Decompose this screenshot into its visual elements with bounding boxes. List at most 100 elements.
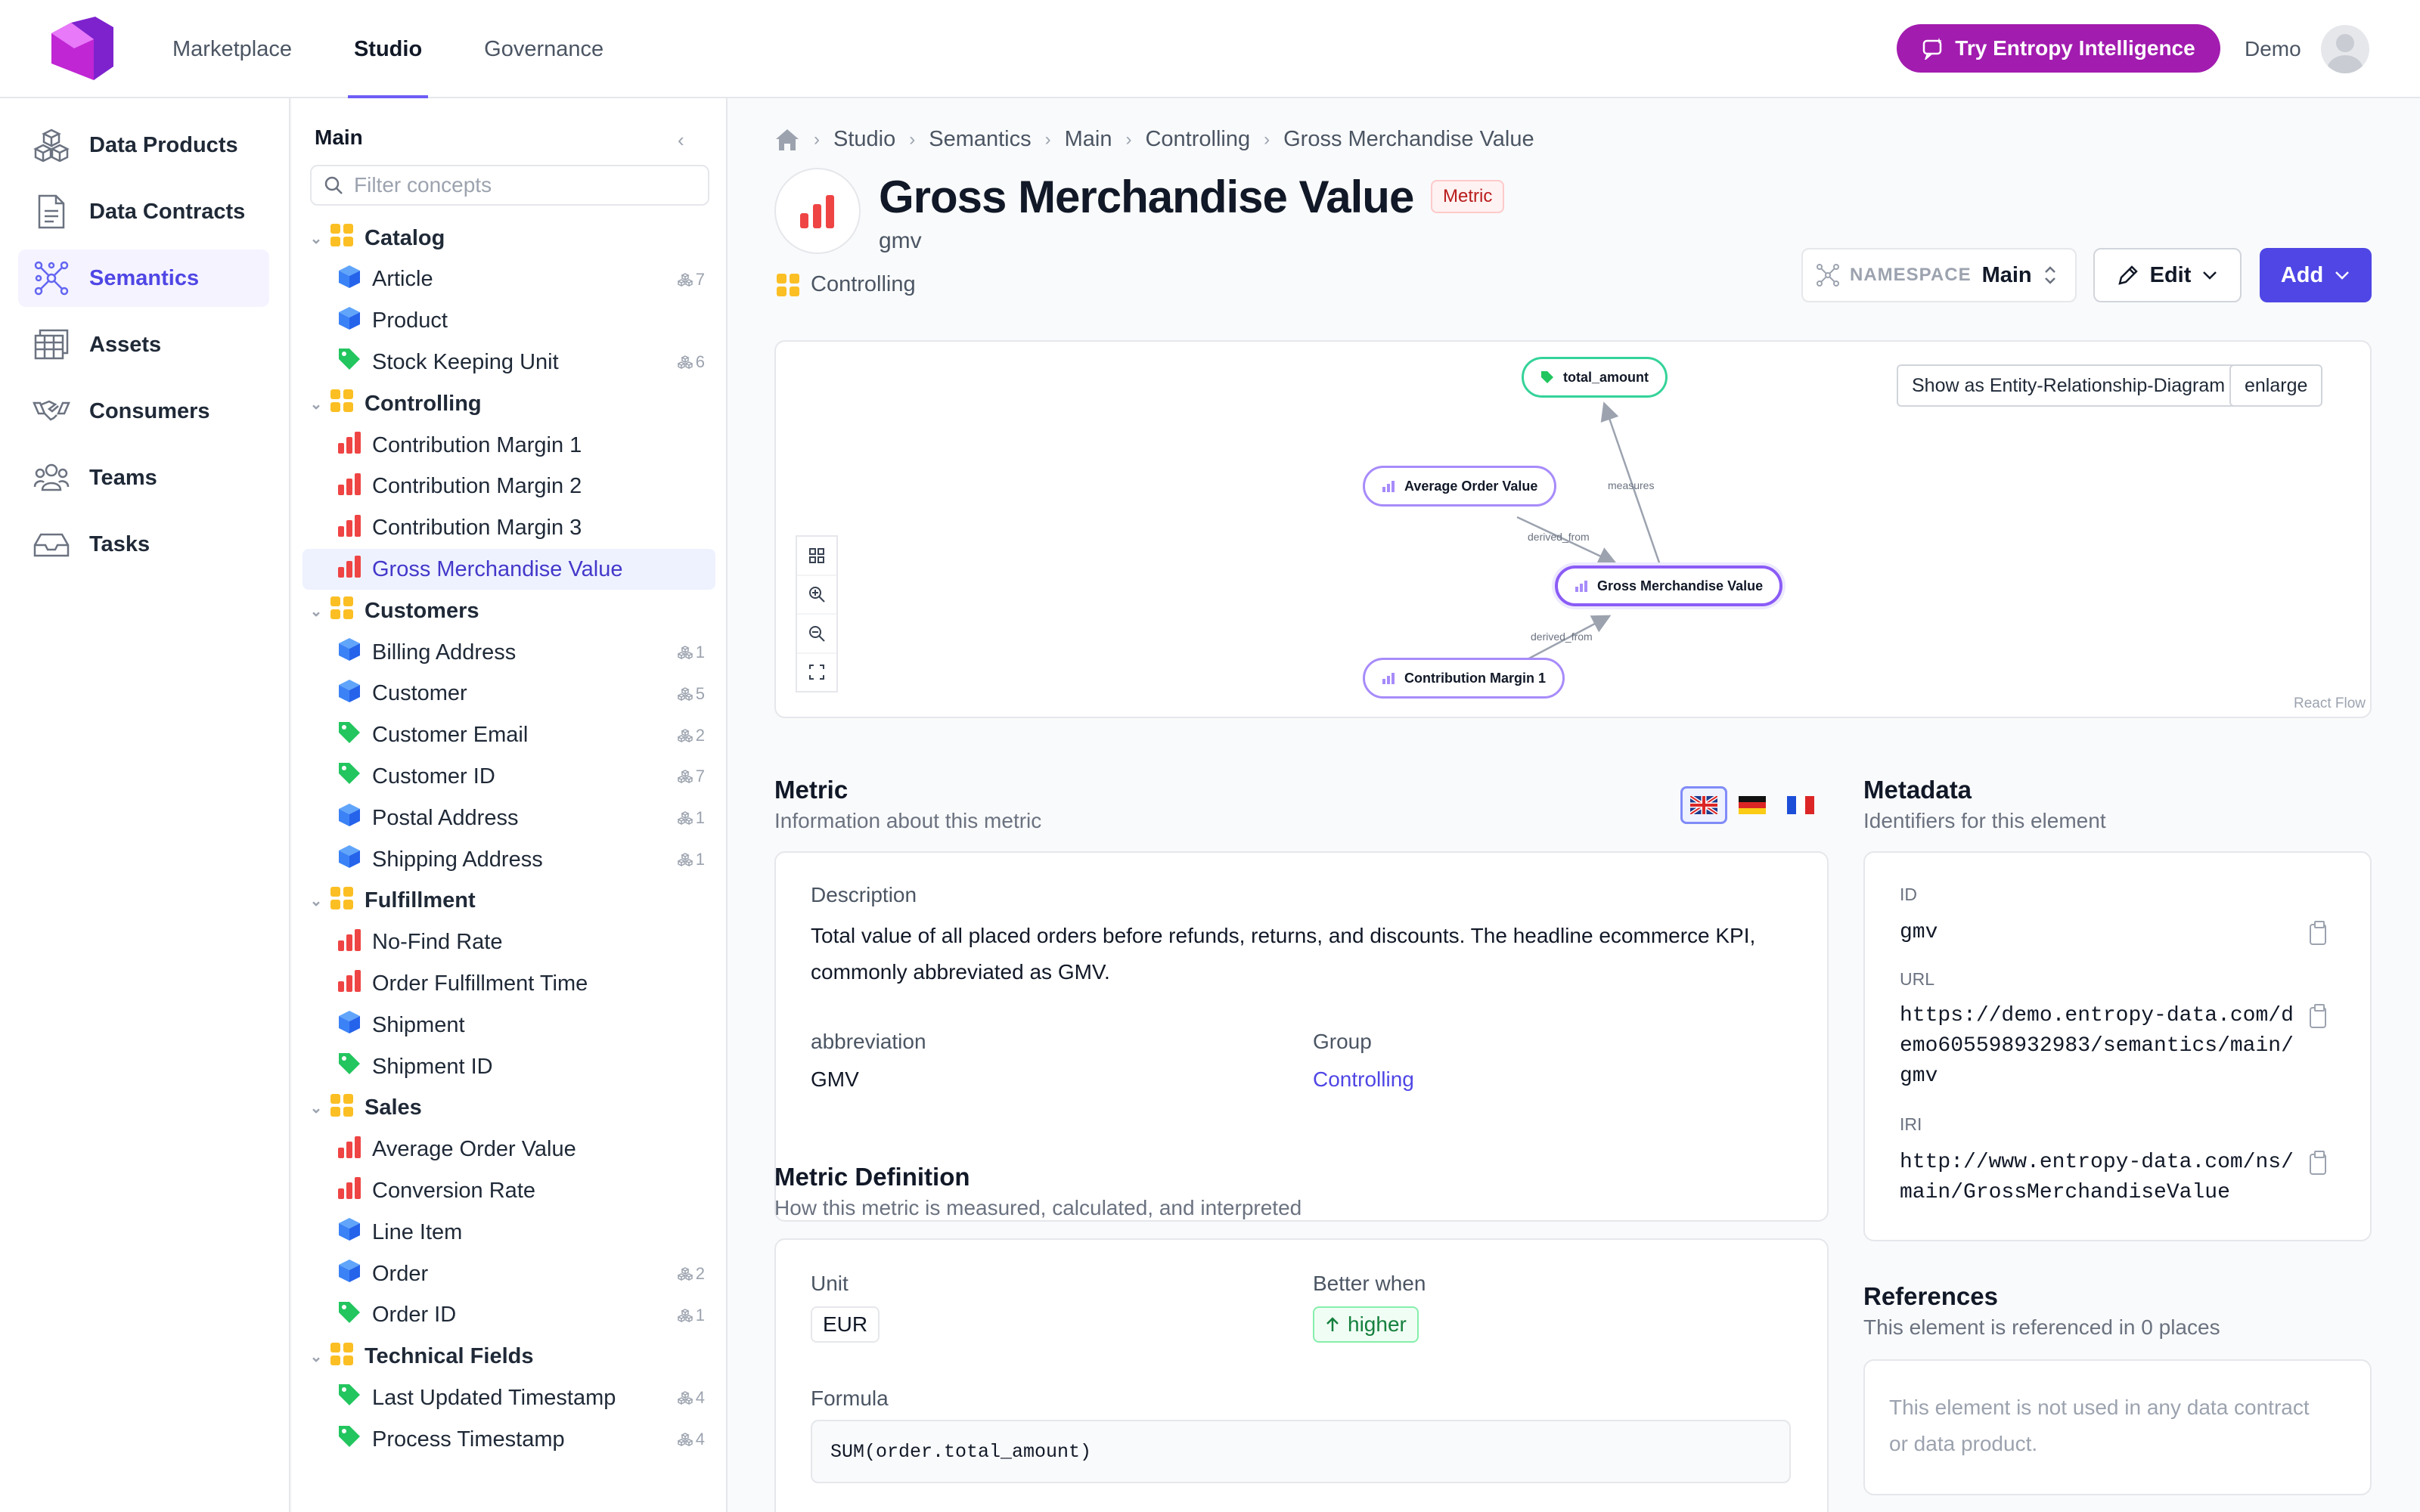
- tree-group-customers[interactable]: ⌄ Customers: [302, 590, 715, 631]
- chevron-down-icon[interactable]: ⌄: [302, 229, 330, 248]
- breadcrumb-studio[interactable]: Studio: [833, 127, 895, 152]
- node-total-amount[interactable]: total_amount: [1522, 357, 1668, 398]
- tree-item-shipping-address[interactable]: Shipping Address 1: [302, 839, 715, 880]
- tree-group-fulfillment[interactable]: ⌄ Fulfillment: [302, 881, 715, 922]
- sidebar-item-label: Consumers: [89, 398, 210, 423]
- main-content: › Studio › Semantics › Main › Controllin…: [729, 98, 2420, 1512]
- zoom-out-icon[interactable]: [797, 615, 836, 654]
- copy-iri-icon[interactable]: [2310, 1151, 2326, 1175]
- sidebar-item-assets[interactable]: Assets: [18, 316, 269, 373]
- react-flow-attribution[interactable]: React Flow: [2294, 696, 2366, 712]
- chevron-down-icon[interactable]: ⌄: [302, 891, 330, 910]
- group-grid-icon: [330, 596, 354, 626]
- app-logo[interactable]: [51, 17, 113, 80]
- id-label: ID: [1900, 885, 1917, 904]
- node-gross-merchandise-value[interactable]: Gross Merchandise Value: [1555, 565, 1783, 606]
- tree-item-customer[interactable]: Customer 5: [302, 674, 715, 714]
- gb-flag-icon[interactable]: [1680, 786, 1727, 824]
- node-label: Average Order Value: [1404, 478, 1538, 494]
- tree-item-no-find-rate[interactable]: No-Find Rate: [302, 922, 715, 963]
- sidebar-item-data-products[interactable]: Data Products: [18, 116, 269, 174]
- tree-item-article[interactable]: Article 7: [302, 259, 715, 300]
- tree-item-line-item[interactable]: Line Item: [302, 1212, 715, 1253]
- tree-item-billing-address[interactable]: Billing Address 1: [302, 632, 715, 673]
- tree-group-sales[interactable]: ⌄ Sales: [302, 1088, 715, 1129]
- tag-icon: [337, 1300, 361, 1331]
- tree-item-contribution-margin-2[interactable]: Contribution Margin 2: [302, 466, 715, 507]
- usage-count: 1: [677, 850, 705, 869]
- zoom-in-icon[interactable]: [797, 576, 836, 615]
- usage-icon: [677, 272, 693, 287]
- copy-id-icon[interactable]: [2310, 921, 2326, 945]
- tree-group-catalog[interactable]: ⌄ Catalog: [302, 218, 715, 259]
- collapse-panel-icon[interactable]: ‹: [678, 129, 684, 152]
- user-menu[interactable]: Demo: [2245, 23, 2369, 76]
- chevron-down-icon[interactable]: ⌄: [302, 395, 330, 414]
- tree-item-postal-address[interactable]: Postal Address 1: [302, 798, 715, 838]
- tree-item-average-order-value[interactable]: Average Order Value: [302, 1129, 715, 1170]
- tree-item-customer-id[interactable]: Customer ID 7: [302, 756, 715, 797]
- copy-url-icon[interactable]: [2310, 1004, 2326, 1028]
- usage-count-value: 1: [695, 1305, 705, 1325]
- tree-item-order-fulfillment-time[interactable]: Order Fulfillment Time: [302, 963, 715, 1004]
- tree-item-last-updated-timestamp[interactable]: Last Updated Timestamp 4: [302, 1377, 715, 1418]
- tree-item-contribution-margin-1[interactable]: Contribution Margin 1: [302, 425, 715, 466]
- sidebar-item-teams[interactable]: Teams: [18, 449, 269, 507]
- bar-chart-icon: [337, 431, 361, 460]
- tree-item-label: Order Fulfillment Time: [372, 971, 588, 996]
- tree-item-process-timestamp[interactable]: Process Timestamp 4: [302, 1419, 715, 1460]
- grid-icon[interactable]: [797, 537, 836, 576]
- enlarge-button[interactable]: enlarge: [2229, 364, 2323, 407]
- tree-item-shipment[interactable]: Shipment: [302, 1005, 715, 1046]
- tree-group-label: Catalog: [365, 225, 445, 250]
- tree-item-conversion-rate[interactable]: Conversion Rate: [302, 1170, 715, 1211]
- breadcrumb-semantics[interactable]: Semantics: [929, 127, 1031, 152]
- chevron-down-icon[interactable]: ⌄: [302, 1098, 330, 1117]
- try-entropy-intelligence-button[interactable]: Try Entropy Intelligence: [1897, 24, 2220, 73]
- cube-icon: [337, 803, 361, 833]
- tree-item-product[interactable]: Product: [302, 301, 715, 342]
- breadcrumb-controlling[interactable]: Controlling: [1145, 127, 1250, 152]
- tree-group-controlling[interactable]: ⌄ Controlling: [302, 383, 715, 424]
- erd-toggle-button[interactable]: Show as Entity-Relationship-Diagram: [1897, 364, 2241, 407]
- home-icon[interactable]: [774, 128, 800, 152]
- sidebar-item-semantics[interactable]: Semantics: [18, 249, 269, 307]
- tree-item-contribution-margin-3[interactable]: Contribution Margin 3: [302, 508, 715, 549]
- usage-icon: [677, 770, 693, 784]
- edit-label: Edit: [2149, 262, 2192, 287]
- definition-subheading: How this metric is measured, calculated,…: [774, 1196, 1302, 1219]
- tab-governance[interactable]: Governance: [484, 0, 603, 98]
- url-label: URL: [1900, 969, 1935, 989]
- group-field-link[interactable]: Controlling: [1313, 1061, 1414, 1098]
- tree-item-stock-keeping-unit[interactable]: Stock Keeping Unit 6: [302, 342, 715, 383]
- usage-icon: [677, 1391, 693, 1405]
- add-button[interactable]: Add: [2260, 248, 2372, 302]
- lineage-graph[interactable]: measures derived_from derived_from total…: [774, 340, 2372, 718]
- tree-item-gross-merchandise-value[interactable]: Gross Merchandise Value: [302, 549, 715, 590]
- sidebar-item-consumers[interactable]: Consumers: [18, 383, 269, 440]
- edit-button[interactable]: Edit: [2093, 248, 2242, 302]
- sidebar-item-data-contracts[interactable]: Data Contracts: [18, 183, 269, 240]
- namespace-selector[interactable]: NAMESPACE Main: [1801, 248, 2077, 302]
- tree-item-order[interactable]: Order 2: [302, 1253, 715, 1294]
- tree-item-label: Shipment ID: [372, 1054, 493, 1079]
- node-contribution-margin-1[interactable]: Contribution Margin 1: [1363, 658, 1565, 699]
- node-average-order-value[interactable]: Average Order Value: [1363, 466, 1557, 507]
- chevron-down-icon[interactable]: ⌄: [302, 602, 330, 621]
- references-card: This element is not used in any data con…: [1863, 1359, 2372, 1495]
- group-link[interactable]: Controlling: [776, 272, 916, 297]
- tree-item-shipment-id[interactable]: Shipment ID: [302, 1046, 715, 1087]
- chevron-down-icon[interactable]: ⌄: [302, 1347, 330, 1366]
- de-flag-icon[interactable]: [1729, 786, 1776, 824]
- tab-studio[interactable]: Studio: [347, 0, 429, 98]
- avatar[interactable]: [2320, 25, 2369, 73]
- filter-concepts-input[interactable]: [354, 173, 687, 197]
- tree-group-technical-fields[interactable]: ⌄ Technical Fields: [302, 1337, 715, 1377]
- fit-view-icon[interactable]: [797, 654, 836, 692]
- breadcrumb-main[interactable]: Main: [1065, 127, 1112, 152]
- tree-item-customer-email[interactable]: Customer Email 2: [302, 715, 715, 756]
- tab-marketplace[interactable]: Marketplace: [172, 0, 292, 98]
- fr-flag-icon[interactable]: [1777, 786, 1824, 824]
- tree-item-order-id[interactable]: Order ID 1: [302, 1295, 715, 1336]
- sidebar-item-tasks[interactable]: Tasks: [18, 516, 269, 573]
